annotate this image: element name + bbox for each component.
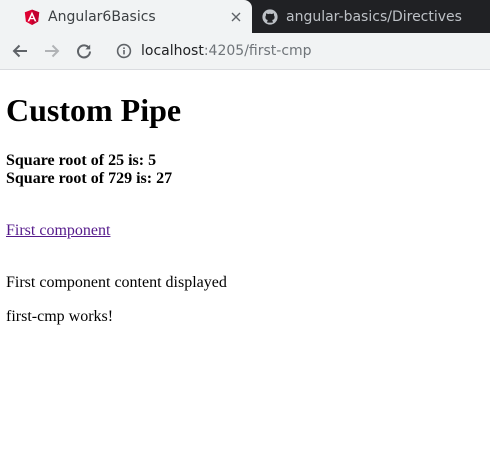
content-text: First component content displayed [6,274,227,291]
url-text[interactable]: localhost:4205/first-cmp [141,43,312,59]
forward-button[interactable] [40,39,64,63]
arrow-left-icon [12,44,27,58]
sqrt-result-2: Square root of 729 is: 27 [6,170,173,187]
close-tab-icon[interactable] [228,9,244,25]
tab-angular6basics[interactable]: Angular6Basics [0,0,252,33]
back-button[interactable] [8,39,32,63]
first-component-link[interactable]: First component [6,222,110,240]
reload-icon [77,44,91,59]
tab-strip: Angular6Basics angular-basics/Directives [0,0,490,33]
url-path: :4205/first-cmp [203,43,312,59]
component-works-text: first-cmp works! [6,308,114,325]
address-bar[interactable]: localhost:4205/first-cmp [106,37,486,65]
tab-angular-basics-directives[interactable]: angular-basics/Directives [254,0,490,33]
sqrt-result-1: Square root of 25 is: 5 [6,152,157,169]
browser-toolbar: localhost:4205/first-cmp [0,33,490,70]
arrow-right-icon [45,44,60,58]
page-heading: Custom Pipe [6,92,182,128]
reload-button[interactable] [72,39,96,63]
angular-icon [24,9,40,25]
tab-title: angular-basics/Directives [286,8,462,25]
info-icon[interactable] [116,43,132,59]
url-host: localhost [141,43,204,59]
tab-title: Angular6Basics [48,8,156,25]
page-content: Custom Pipe Square root of 25 is: 5 Squa… [0,70,490,460]
github-icon [262,8,278,25]
